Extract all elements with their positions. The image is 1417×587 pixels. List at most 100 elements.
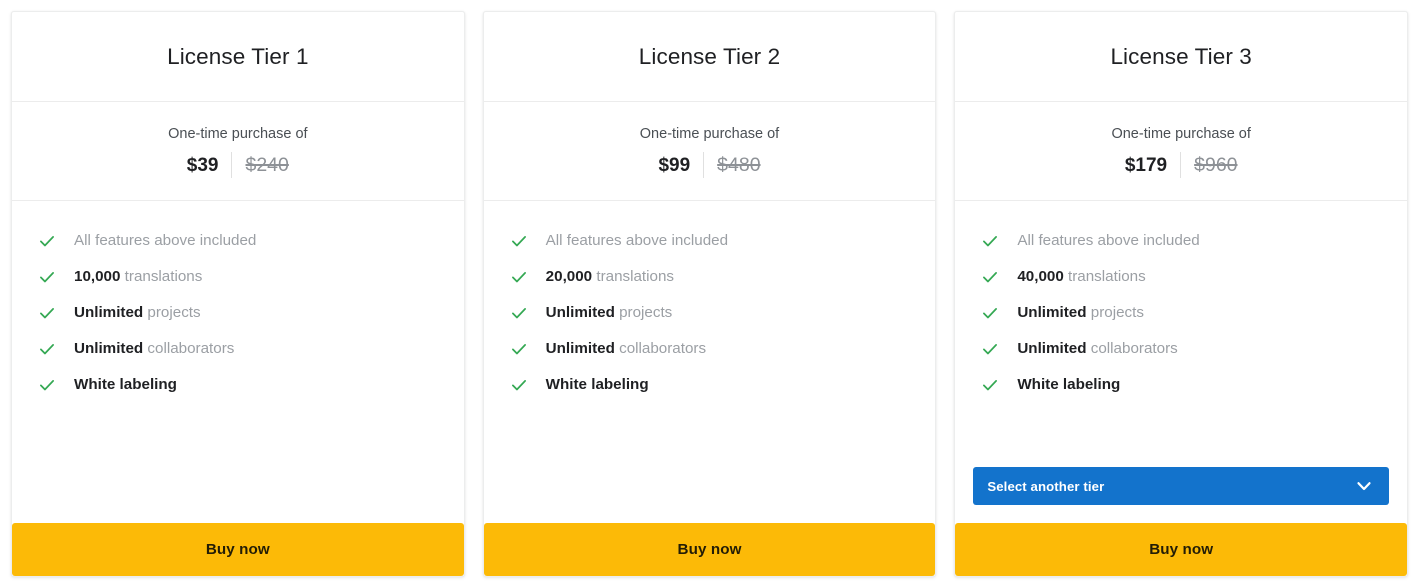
buy-now-button[interactable]: Buy now [483,523,936,576]
list-item: 20,000 translations [484,259,936,295]
feature-label: collaborators [1086,340,1178,358]
check-icon [981,340,1017,358]
check-icon [38,304,74,322]
tier-card: License Tier 1 One-time purchase of $39 $24… [11,11,465,577]
price-values: $99 $480 [494,152,926,179]
list-item: White labeling [12,367,464,403]
list-item: Unlimited projects [955,295,1407,331]
feature-text: White labeling [1017,376,1120,394]
check-icon [38,376,74,394]
feature-text: 10,000 translations [74,268,202,286]
feature-text: Unlimited collaborators [1017,340,1177,358]
feature-value: 20,000 [545,268,593,286]
feature-list: All features above included 10,000 transl… [12,201,464,468]
list-item: 40,000 translations [955,259,1407,295]
original-price: $240 [245,153,289,176]
feature-value: Unlimited [74,340,144,358]
price-values: $179 $960 [965,152,1397,179]
price-values: $39 $240 [22,152,454,179]
feature-text: Unlimited projects [546,304,673,322]
chevron-down-icon[interactable] [1354,476,1374,496]
card-spacer [12,468,464,523]
list-item: Unlimited collaborators [955,331,1407,367]
feature-value: Unlimited [545,304,615,322]
price-caption: One-time purchase of [1111,126,1251,142]
feature-label: All features above included [74,232,257,250]
feature-label: translations [1063,268,1146,286]
check-icon [38,232,74,250]
feature-list: All features above included 20,000 transl… [484,201,936,468]
feature-text: 20,000 translations [546,268,674,286]
feature-text: White labeling [74,376,177,394]
card-header: License Tier 3 [955,12,1408,102]
feature-text: All features above included [1017,232,1199,250]
current-price: $99 [658,154,691,176]
buy-now-label: Buy now [677,541,742,559]
list-item: Unlimited projects [484,295,936,331]
list-item: All features above included [955,223,1407,259]
check-icon [981,304,1017,322]
feature-label: translations [592,268,675,286]
feature-value: 40,000 [1017,268,1064,286]
page-title: License Tier 3 [1110,43,1252,69]
price-caption: One-time purchase of [639,126,780,142]
buy-now-button[interactable]: Buy now [12,523,464,576]
feature-text: White labeling [546,376,649,394]
buy-now-label: Buy now [205,541,270,559]
pricing-tiers-row: License Tier 1 One-time purchase of $39 $24… [0,0,1417,587]
feature-value: Unlimited [1017,304,1087,322]
list-item: White labeling [955,367,1407,403]
list-item: Unlimited collaborators [484,331,936,367]
check-icon [510,376,546,394]
feature-value: Unlimited [545,340,615,358]
list-item: Unlimited projects [12,295,464,331]
feature-label: All features above included [545,232,729,250]
check-icon [510,268,546,286]
current-price: $39 [186,154,219,176]
list-item: All features above included [484,223,936,259]
original-price: $960 [1194,153,1238,176]
card-spacer [955,440,1407,467]
feature-label: White labeling [545,376,649,394]
feature-value: 10,000 [74,268,121,286]
feature-text: All features above included [546,232,728,250]
check-icon [981,376,1017,394]
feature-label: projects [614,304,673,322]
feature-value: Unlimited [74,304,144,322]
page-title: License Tier 2 [638,43,781,69]
check-icon [981,268,1017,286]
feature-text: 40,000 translations [1017,268,1145,286]
tier-selector-label: Select another tier [987,478,1105,494]
buy-now-label: Buy now [1149,541,1214,559]
feature-label: collaborators [143,340,235,358]
tier-card: License Tier 3 One-time purchase of $179 $9… [954,11,1409,577]
check-icon [510,340,546,358]
feature-label: collaborators [614,340,707,358]
buy-now-button[interactable]: Buy now [955,523,1408,576]
feature-text: Unlimited collaborators [546,340,706,358]
check-icon [510,304,546,322]
feature-label: All features above included [1017,232,1200,250]
current-price: $179 [1124,154,1168,176]
feature-label: White labeling [1017,376,1121,394]
feature-label: projects [143,304,201,322]
check-icon [38,340,74,358]
price-block: One-time purchase of $39 $240 [12,102,464,202]
list-item: 10,000 translations [12,259,464,295]
feature-label: projects [1086,304,1144,322]
check-icon [38,268,74,286]
list-item: White labeling [484,367,936,403]
tier-selector-dropdown[interactable]: Select another tier [973,467,1390,506]
price-block: One-time purchase of $179 $960 [955,102,1408,202]
page-title: License Tier 1 [167,43,309,69]
feature-label: White labeling [74,376,177,394]
card-header: License Tier 1 [12,12,464,102]
feature-label: translations [120,268,203,286]
feature-text: Unlimited collaborators [74,340,234,358]
feature-value: Unlimited [1017,340,1087,358]
feature-list: All features above included 40,000 transl… [955,201,1407,440]
card-header: License Tier 2 [483,12,936,102]
feature-text: All features above included [74,232,256,250]
feature-text: Unlimited projects [74,304,201,322]
price-block: One-time purchase of $99 $480 [483,102,936,202]
